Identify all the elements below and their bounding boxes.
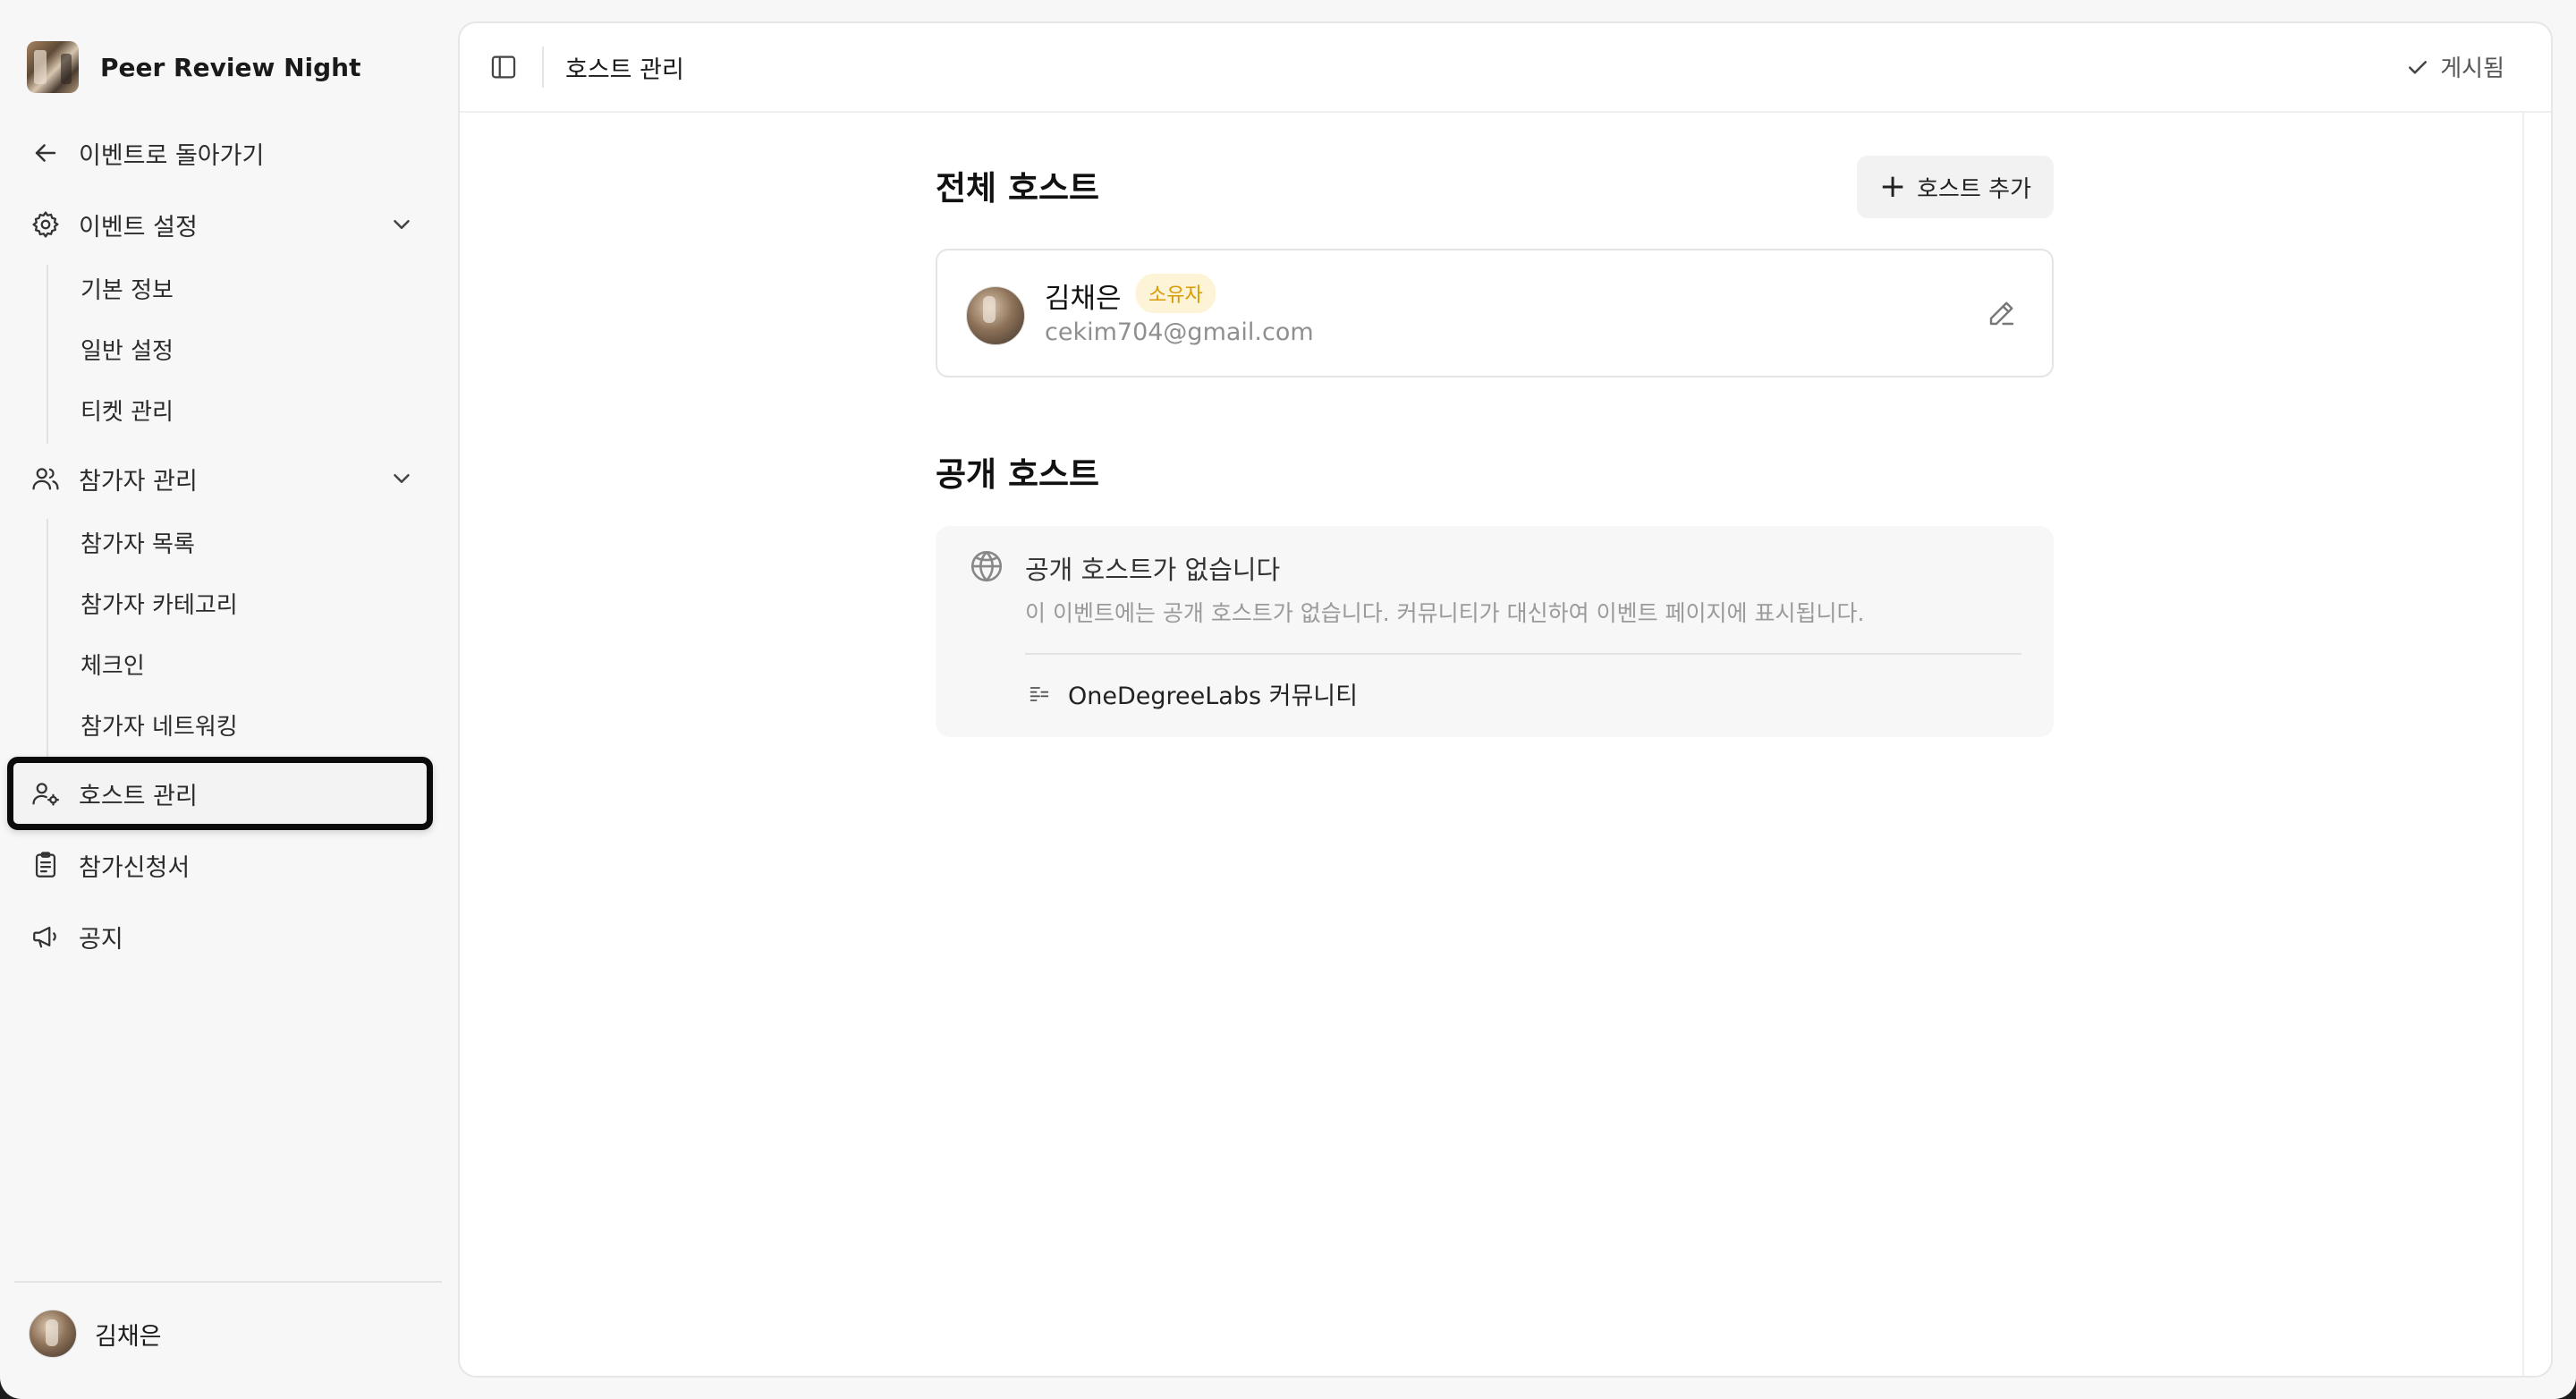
notice-label: 공지 (79, 925, 123, 954)
user-name: 김채은 (95, 1322, 162, 1351)
chevron-down-icon[interactable] (388, 465, 415, 492)
megaphone-icon (27, 918, 64, 955)
page-title: 호스트 관리 (565, 56, 684, 84)
sidebar-item-general-settings[interactable]: 일반 설정 (80, 329, 174, 374)
sidebar-item-host-manage[interactable]: 호스트 관리 (27, 769, 429, 818)
avatar (966, 286, 1025, 345)
submenu-guide (47, 519, 48, 759)
main-panel: 호스트 관리 게시됨 전체 호스트 + 호스트 추가 김채은 소유자 cekim… (458, 21, 2553, 1378)
sidebar-item-event-settings[interactable]: 이벤트 설정 (27, 200, 429, 249)
event-thumbnail (27, 41, 79, 93)
add-host-label: 호스트 추가 (1917, 175, 2032, 203)
avatar (29, 1310, 77, 1358)
chevron-down-icon[interactable] (388, 211, 415, 238)
check-icon (2409, 60, 2428, 73)
plus-icon: + (1878, 168, 1907, 205)
host-manage-label: 호스트 관리 (79, 782, 198, 810)
application-form-label: 참가신청서 (79, 853, 191, 882)
back-to-event-link[interactable]: 이벤트로 돌아가기 (27, 129, 429, 177)
owner-badge: 소유자 (1136, 274, 1216, 313)
gear-icon (27, 206, 64, 243)
event-title: Peer Review Night (100, 52, 361, 82)
sidebar-item-application-form[interactable]: 참가신청서 (27, 841, 429, 889)
sidebar-divider (14, 1281, 442, 1283)
event-settings-label: 이벤트 설정 (79, 213, 198, 242)
event-brand[interactable]: Peer Review Night (27, 41, 360, 93)
public-hosts-empty-state: 공개 호스트가 없습니다 이 이벤트에는 공개 호스트가 없습니다. 커뮤니티가… (936, 526, 2054, 737)
pencil-icon[interactable] (1986, 297, 2018, 329)
clipboard-icon (27, 846, 64, 884)
sidebar-item-participant-list[interactable]: 참가자 목록 (80, 522, 195, 567)
host-email: cekim704@gmail.com (1045, 318, 1314, 346)
divider (1025, 653, 2021, 655)
add-host-button[interactable]: + 호스트 추가 (1857, 156, 2054, 218)
user-gear-icon (27, 775, 64, 812)
sidebar-item-participants[interactable]: 참가자 관리 (27, 454, 429, 503)
sidebar-item-notice[interactable]: 공지 (27, 912, 429, 961)
community-item[interactable]: OneDegreeLabs 커뮤니티 (1027, 676, 1358, 711)
sidebar: Peer Review Night 이벤트로 돌아가기 이벤트 설정 기본 정보… (0, 0, 456, 1399)
participants-label: 참가자 관리 (79, 467, 198, 496)
topbar: 호스트 관리 게시됨 (460, 23, 2551, 113)
topbar-separator (542, 47, 544, 88)
sidebar-item-networking[interactable]: 참가자 네트워킹 (80, 705, 238, 750)
publish-status-label: 게시됨 (2440, 55, 2504, 82)
arrow-left-icon (27, 134, 64, 172)
host-name: 김채은 (1045, 283, 1122, 315)
all-hosts-title: 전체 호스트 (936, 169, 1100, 208)
sidebar-toggle-icon[interactable] (488, 52, 519, 82)
users-icon (27, 460, 64, 497)
user-profile[interactable]: 김채은 (29, 1310, 162, 1358)
sidebar-item-ticket-manage[interactable]: 티켓 관리 (80, 390, 174, 435)
publish-status[interactable]: 게시됨 (2404, 50, 2504, 83)
public-hosts-title: 공개 호스트 (936, 455, 1100, 494)
sidebar-item-basic-info[interactable]: 기본 정보 (80, 268, 174, 313)
empty-state-title: 공개 호스트가 없습니다 (1025, 555, 1281, 585)
back-label: 이벤트로 돌아가기 (79, 141, 265, 170)
globe-icon (970, 550, 1003, 582)
empty-state-description: 이 이벤트에는 공개 호스트가 없습니다. 커뮤니티가 대신하여 이벤트 페이지… (1025, 600, 1865, 626)
community-logo-icon (1030, 686, 1049, 701)
host-card: 김채은 소유자 cekim704@gmail.com (936, 249, 2054, 377)
scrollbar-track[interactable] (2522, 113, 2551, 1376)
sidebar-item-participant-category[interactable]: 참가자 카테고리 (80, 583, 238, 628)
submenu-guide (47, 265, 48, 444)
community-name: OneDegreeLabs 커뮤니티 (1068, 683, 1358, 710)
app-window: Peer Review Night 이벤트로 돌아가기 이벤트 설정 기본 정보… (0, 0, 2576, 1399)
sidebar-item-checkin[interactable]: 체크인 (80, 644, 145, 689)
